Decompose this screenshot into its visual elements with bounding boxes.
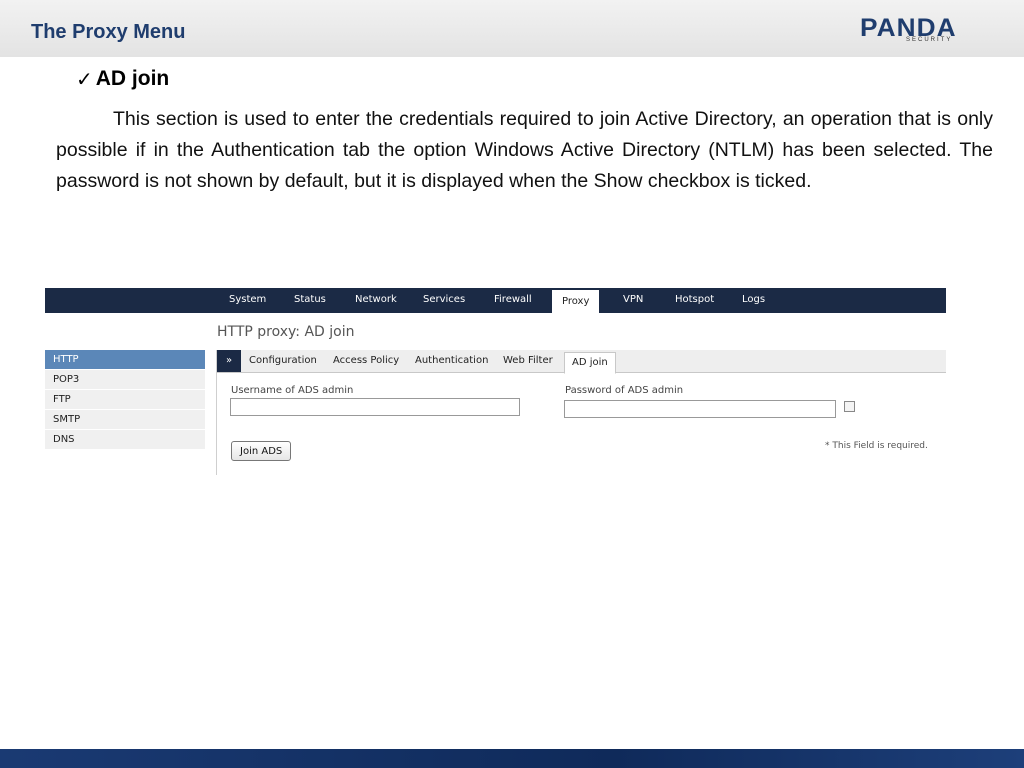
slide-title: The Proxy Menu — [31, 21, 186, 43]
sidebar-item-ftp[interactable]: FTP — [45, 390, 205, 410]
sidebar-item-smtp[interactable]: SMTP — [45, 410, 205, 430]
nav-proxy[interactable]: Proxy — [552, 290, 600, 313]
nav-services[interactable]: Services — [423, 294, 465, 305]
nav-network[interactable]: Network — [355, 294, 397, 305]
tab-web-filter[interactable]: Web Filter — [503, 355, 553, 366]
top-navigation: System Status Network Services Firewall … — [45, 288, 946, 313]
nav-hotspot[interactable]: Hotspot — [675, 294, 714, 305]
sidebar-item-dns[interactable]: DNS — [45, 430, 205, 450]
sidebar: HTTP POP3 FTP SMTP DNS — [45, 350, 205, 450]
panda-logo: PANDA SECURITY — [860, 14, 972, 48]
logo-sub-text: SECURITY — [906, 37, 953, 43]
sidebar-item-http[interactable]: HTTP — [45, 350, 205, 370]
proxy-screenshot: System Status Network Services Firewall … — [45, 288, 946, 478]
footer-bar — [0, 749, 1024, 768]
tab-access-policy[interactable]: Access Policy — [333, 355, 399, 366]
bullet-title: AD join — [95, 67, 170, 90]
tab-ad-join[interactable]: AD join — [564, 352, 616, 374]
tabs-arrow-icon[interactable]: » — [217, 350, 241, 372]
page-heading: HTTP proxy: AD join — [217, 324, 355, 340]
join-ads-button[interactable]: Join ADS — [231, 441, 292, 461]
check-icon: ✓ — [76, 67, 93, 91]
body-text: This section is used to enter the creden… — [56, 108, 993, 192]
password-label: Password of ADS admin — [565, 385, 684, 396]
required-note: * This Field is required. — [825, 441, 928, 451]
bullet-row: ✓ AD join — [76, 67, 169, 91]
tabs-bar: » Configuration Access Policy Authentica… — [217, 350, 946, 374]
tab-authentication[interactable]: Authentication — [415, 355, 488, 366]
show-password-checkbox[interactable] — [844, 401, 855, 412]
tab-configuration[interactable]: Configuration — [249, 355, 317, 366]
username-input[interactable] — [230, 398, 520, 416]
nav-vpn[interactable]: VPN — [623, 294, 643, 305]
slide-header: The Proxy Menu PANDA SECURITY — [0, 0, 1024, 57]
username-label: Username of ADS admin — [231, 385, 354, 396]
nav-logs[interactable]: Logs — [742, 294, 765, 305]
sidebar-item-pop3[interactable]: POP3 — [45, 370, 205, 390]
password-input[interactable] — [564, 400, 836, 418]
nav-system[interactable]: System — [229, 294, 266, 305]
nav-status[interactable]: Status — [294, 294, 326, 305]
nav-firewall[interactable]: Firewall — [494, 294, 532, 305]
